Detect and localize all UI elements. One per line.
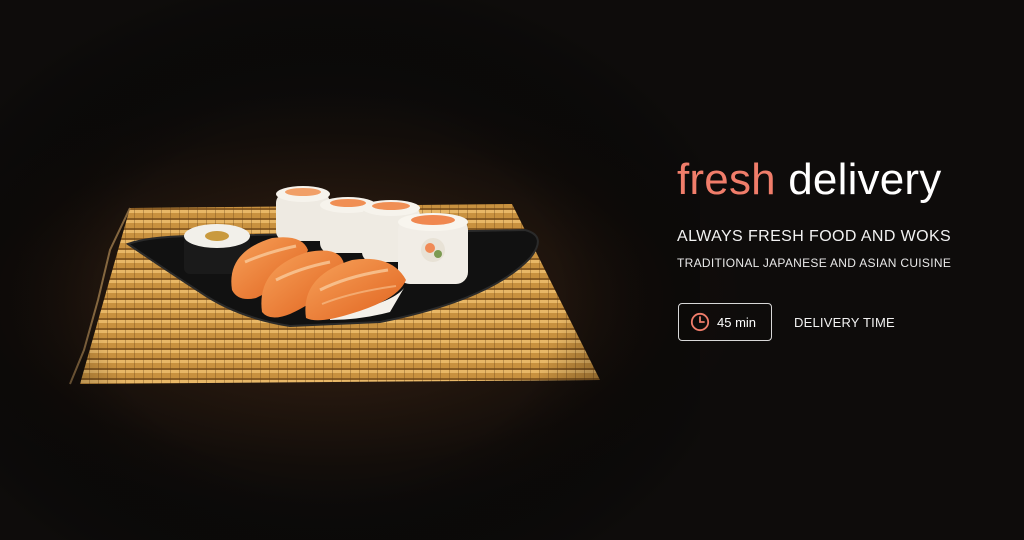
clock-icon — [690, 312, 710, 332]
delivery-time-value: 45 min — [717, 314, 757, 330]
headline-accent: fresh — [677, 155, 776, 204]
delivery-time-label: DELIVERY TIME — [794, 314, 895, 330]
headline-rest: delivery — [788, 155, 942, 204]
delivery-info: 45 min DELIVERY TIME — [678, 303, 895, 341]
hero-text: fresh delivery ALWAYS FRESH FOOD AND WOK… — [677, 152, 1007, 270]
hero-banner: fresh delivery ALWAYS FRESH FOOD AND WOK… — [0, 0, 1024, 540]
headline: fresh delivery — [677, 152, 1007, 208]
subtagline: TRADITIONAL JAPANESE AND ASIAN CUISINE — [677, 256, 952, 270]
tagline: ALWAYS FRESH FOOD AND WOKS — [677, 228, 952, 245]
delivery-time-badge: 45 min — [678, 303, 772, 341]
sushi-photo — [0, 0, 700, 540]
